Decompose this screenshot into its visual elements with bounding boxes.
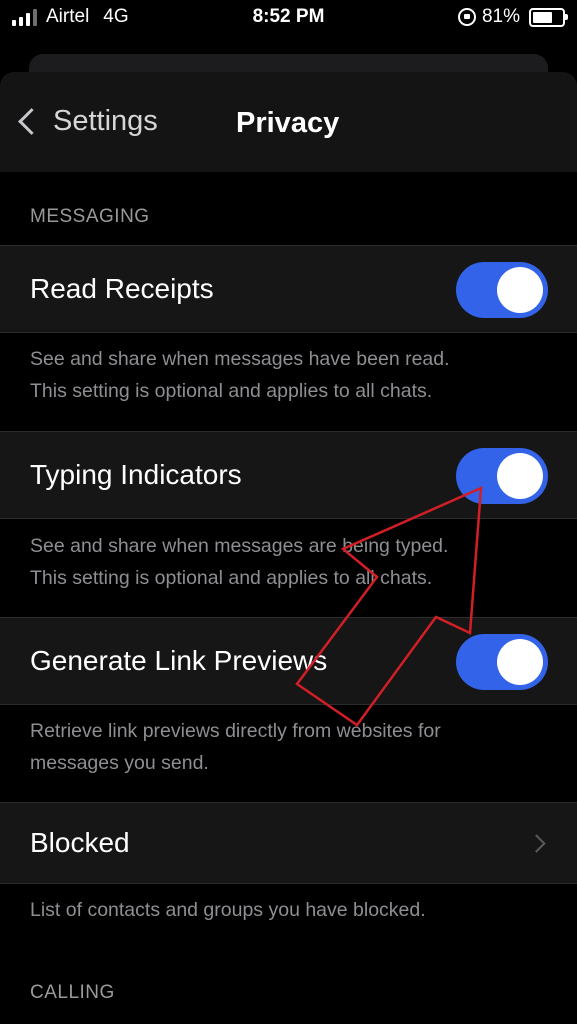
back-button-label: Settings — [53, 105, 158, 137]
footer-line: See and share when messages have been re… — [30, 348, 450, 370]
link-previews-label: Generate Link Previews — [30, 645, 328, 676]
typing-indicators-label: Typing Indicators — [30, 459, 242, 490]
chevron-right-icon — [527, 834, 546, 853]
orientation-lock-icon — [457, 8, 476, 26]
battery-icon — [529, 7, 568, 27]
footer-line: messages you send. — [30, 752, 209, 774]
navigation-bar: Settings Privacy — [0, 72, 577, 172]
back-button[interactable]: Settings — [14, 105, 158, 138]
toggle-knob — [497, 267, 543, 313]
read-receipts-label: Read Receipts — [30, 273, 214, 304]
link-previews-row: Generate Link Previews — [0, 617, 577, 705]
blocked-label: Blocked — [30, 827, 130, 858]
blocked-footer: List of contacts and groups you have blo… — [30, 899, 426, 921]
footer-line: This setting is optional and applies to … — [30, 567, 433, 589]
section-header-messaging: MESSAGING — [30, 206, 150, 227]
link-previews-footer: Retrieve link previews directly from web… — [30, 715, 537, 779]
link-previews-toggle[interactable] — [456, 634, 548, 690]
read-receipts-footer: See and share when messages have been re… — [30, 343, 537, 407]
chevron-left-icon — [18, 108, 45, 135]
page-title: Privacy — [236, 107, 340, 139]
toggle-knob — [497, 639, 543, 685]
blocked-row[interactable]: Blocked — [0, 802, 577, 884]
read-receipts-row: Read Receipts — [0, 245, 577, 333]
status-bar: Airtel 4G 8:52 PM 81% — [0, 0, 577, 38]
typing-indicators-toggle[interactable] — [456, 448, 548, 504]
read-receipts-toggle[interactable] — [456, 262, 548, 318]
toggle-knob — [497, 453, 543, 499]
battery-percentage: 81% — [481, 6, 520, 27]
footer-line: Retrieve link previews directly from web… — [30, 720, 441, 742]
section-header-calling: CALLING — [30, 982, 115, 1003]
typing-indicators-row: Typing Indicators — [0, 431, 577, 519]
footer-line: This setting is optional and applies to … — [30, 380, 433, 402]
footer-line: See and share when messages are being ty… — [30, 535, 449, 557]
typing-indicators-footer: See and share when messages are being ty… — [30, 530, 537, 594]
